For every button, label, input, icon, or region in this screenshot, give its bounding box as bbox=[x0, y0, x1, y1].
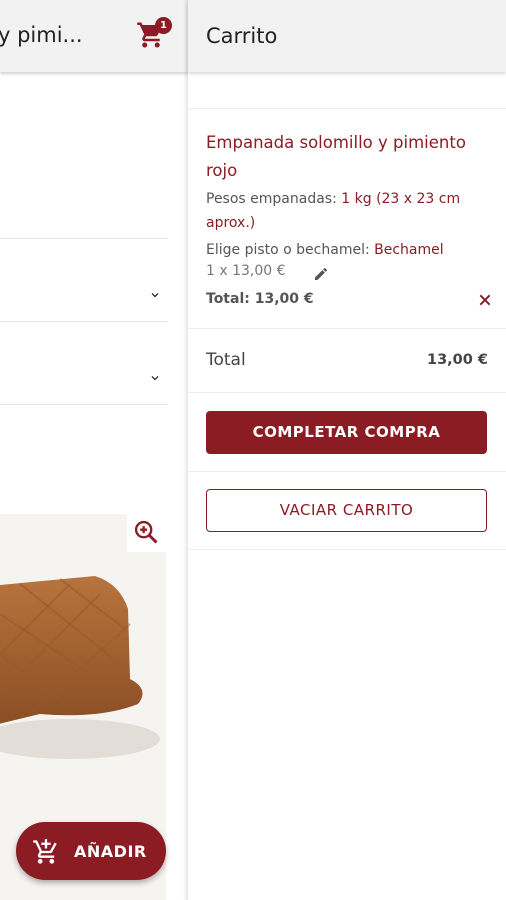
product-title: y pimi... bbox=[0, 23, 83, 47]
divider bbox=[0, 321, 168, 322]
cart-drawer: Carrito Empanada solomillo y pimiento ro… bbox=[188, 0, 506, 900]
divider bbox=[0, 404, 168, 405]
cart-item-attribute-weight: Pesos empanadas: 1 kg (23 x 23 cm aprox.… bbox=[206, 187, 496, 235]
divider bbox=[188, 108, 506, 109]
divider bbox=[188, 392, 506, 393]
cart-header: Carrito bbox=[188, 0, 506, 72]
zoom-in-icon bbox=[134, 520, 158, 544]
attribute-value: Bechamel bbox=[374, 242, 444, 258]
divider bbox=[188, 549, 506, 550]
cart-item-name[interactable]: Empanada solomillo y pimiento rojo bbox=[206, 129, 491, 185]
chevron-down-icon bbox=[151, 293, 159, 298]
divider bbox=[188, 328, 506, 329]
product-page: y pimi... 1 AÑADIR bbox=[0, 0, 188, 900]
cart-item-quantity-price: 1 x 13,00 € bbox=[206, 263, 286, 279]
empty-cart-button[interactable]: VACIAR CARRITO bbox=[206, 489, 487, 532]
close-icon[interactable] bbox=[477, 292, 493, 308]
add-shopping-cart-icon bbox=[33, 839, 57, 864]
zoom-button[interactable] bbox=[127, 514, 167, 552]
cart-total-label: Total bbox=[206, 350, 246, 370]
divider bbox=[188, 471, 506, 472]
cart-title: Carrito bbox=[206, 24, 278, 48]
cart-badge: 1 bbox=[155, 17, 172, 34]
attribute-label: Elige pisto o bechamel: bbox=[206, 242, 375, 258]
edit-icon[interactable] bbox=[313, 266, 329, 282]
add-button-label: AÑADIR bbox=[74, 842, 147, 861]
chevron-down-icon bbox=[151, 376, 159, 381]
cart-item-attribute-filling: Elige pisto o bechamel: Bechamel bbox=[206, 238, 496, 262]
add-to-cart-button[interactable]: AÑADIR bbox=[16, 822, 166, 880]
filling-select[interactable] bbox=[0, 343, 168, 423]
checkout-button[interactable]: COMPLETAR COMPRA bbox=[206, 411, 487, 454]
divider bbox=[0, 238, 168, 239]
product-header: y pimi... 1 bbox=[0, 0, 188, 72]
weight-select[interactable] bbox=[0, 260, 168, 340]
cart-item-total: Total: 13,00 € bbox=[206, 291, 314, 307]
cart-total-value: 13,00 € bbox=[426, 352, 488, 368]
attribute-label: Pesos empanadas: bbox=[206, 191, 342, 207]
